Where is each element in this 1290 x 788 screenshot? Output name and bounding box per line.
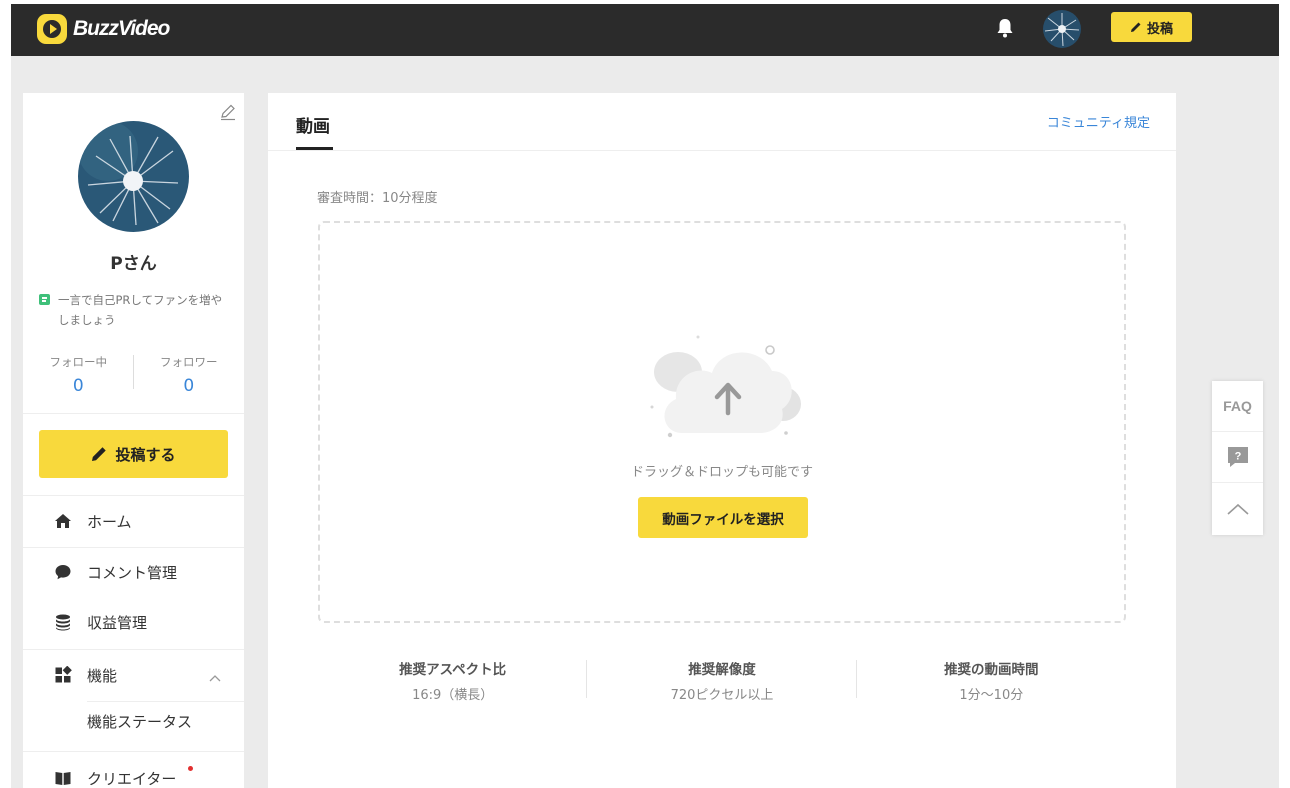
drop-hint: ドラッグ＆ドロップも可能です (630, 465, 813, 480)
nav-item-label: ホーム (87, 512, 132, 531)
upload-panel: 動画 コミュニティ規定 審査時間：10分程度 ドラッグ＆ドロップも可能です 動画… (268, 93, 1176, 788)
recommend-duration: 推奨の動画時間 1分〜10分 (857, 658, 1126, 703)
bell-icon[interactable] (995, 17, 1015, 39)
nav-item-comments[interactable]: コメント管理 (23, 547, 244, 597)
username: Pさん (110, 254, 157, 274)
coins-icon (53, 612, 73, 632)
recommend-resolution: 推奨解像度 720ピクセル以上 (587, 658, 856, 703)
sidebar-post-button[interactable]: 投稿する (39, 430, 228, 478)
logo-text: BuzzVideo (73, 17, 170, 40)
nav-item-label: クリエイター (87, 769, 177, 788)
pencil-icon (92, 447, 107, 461)
recommend-title: 推奨解像度 (688, 662, 756, 678)
sidebar-post-label: 投稿する (115, 445, 176, 464)
book-icon (53, 768, 73, 788)
nav-item-home[interactable]: ホーム (23, 496, 244, 546)
floating-help-panel: FAQ ? (1212, 381, 1263, 535)
followers-stat[interactable]: フォロワー 0 (134, 351, 245, 411)
header-post-label: 投稿 (1146, 21, 1173, 37)
nav-item-label: 収益管理 (87, 613, 148, 632)
recommend-aspect-ratio: 推奨アスペクト比 16:9（横長） (318, 658, 587, 703)
follow-stats: フォロー中 0 フォロワー 0 (23, 351, 244, 411)
upload-dropzone[interactable]: ドラッグ＆ドロップも可能です 動画ファイルを選択 (318, 221, 1126, 623)
edit-profile-icon[interactable] (219, 103, 237, 121)
divider (133, 355, 134, 389)
followers-label: フォロワー (160, 355, 218, 369)
recommend-value: 1分〜10分 (959, 688, 1024, 703)
nav-item-label: 機能 (87, 666, 118, 685)
select-video-file-button[interactable]: 動画ファイルを選択 (638, 497, 808, 538)
chevron-up-icon[interactable] (209, 673, 221, 683)
nav-subitem-feature-status[interactable]: 機能ステータス (87, 711, 192, 732)
followers-count: 0 (183, 376, 195, 396)
divider (87, 701, 244, 702)
faq-button[interactable]: FAQ (1212, 381, 1263, 432)
tab-video[interactable]: 動画 (296, 112, 330, 137)
sidebar: Pさん 一言で自己PRしてファンを増やしましょう フォロー中 0 フォロワー 0… (23, 93, 244, 788)
comment-icon (53, 562, 73, 582)
divider (23, 751, 244, 752)
top-bar: BuzzVideo 投稿 (11, 4, 1279, 56)
divider (268, 150, 1176, 151)
nav-item-revenue[interactable]: 収益管理 (23, 597, 244, 647)
recommend-title: 推奨の動画時間 (944, 662, 1039, 678)
question-bubble-icon: ? (1227, 447, 1248, 467)
nav-item-label: コメント管理 (87, 563, 178, 582)
review-time: 審査時間：10分程度 (317, 191, 438, 206)
cloud-upload-icon (648, 335, 808, 445)
logo[interactable]: BuzzVideo (37, 14, 170, 44)
recommendations: 推奨アスペクト比 16:9（横長） 推奨解像度 720ピクセル以上 推奨の動画時… (318, 658, 1126, 703)
divider (23, 413, 244, 414)
following-count: 0 (72, 376, 84, 396)
divider (586, 660, 587, 698)
scroll-top-button[interactable] (1212, 483, 1263, 534)
notification-dot (188, 766, 193, 771)
user-avatar[interactable] (1043, 10, 1081, 48)
app-frame: BuzzVideo 投稿 Pさん 一言で自己PRしてファンを増やしましょう フォ… (11, 4, 1279, 788)
chevron-up-icon (1226, 503, 1249, 515)
svg-text:?: ? (1234, 451, 1241, 463)
bio-text: 一言で自己PRしてファンを増やしましょう (58, 293, 223, 327)
recommend-title: 推奨アスペクト比 (399, 662, 507, 678)
help-button[interactable]: ? (1212, 432, 1263, 483)
profile-avatar[interactable] (78, 121, 189, 232)
following-stat[interactable]: フォロー中 0 (23, 351, 134, 411)
home-icon (53, 511, 73, 531)
header-post-button[interactable]: 投稿 (1111, 12, 1192, 42)
community-guidelines-link[interactable]: コミュニティ規定 (1047, 112, 1150, 131)
faq-label: FAQ (1223, 398, 1252, 414)
note-icon (39, 294, 50, 305)
nav-item-creator[interactable]: クリエイター (23, 753, 244, 788)
divider (856, 660, 857, 698)
grid-icon (53, 665, 73, 685)
recommend-value: 720ピクセル以上 (670, 688, 774, 703)
logo-play-icon (37, 14, 67, 44)
recommend-value: 16:9（横長） (412, 688, 494, 703)
following-label: フォロー中 (49, 355, 108, 369)
pencil-icon (1130, 22, 1141, 32)
bio[interactable]: 一言で自己PRしてファンを増やしましょう (39, 290, 229, 330)
